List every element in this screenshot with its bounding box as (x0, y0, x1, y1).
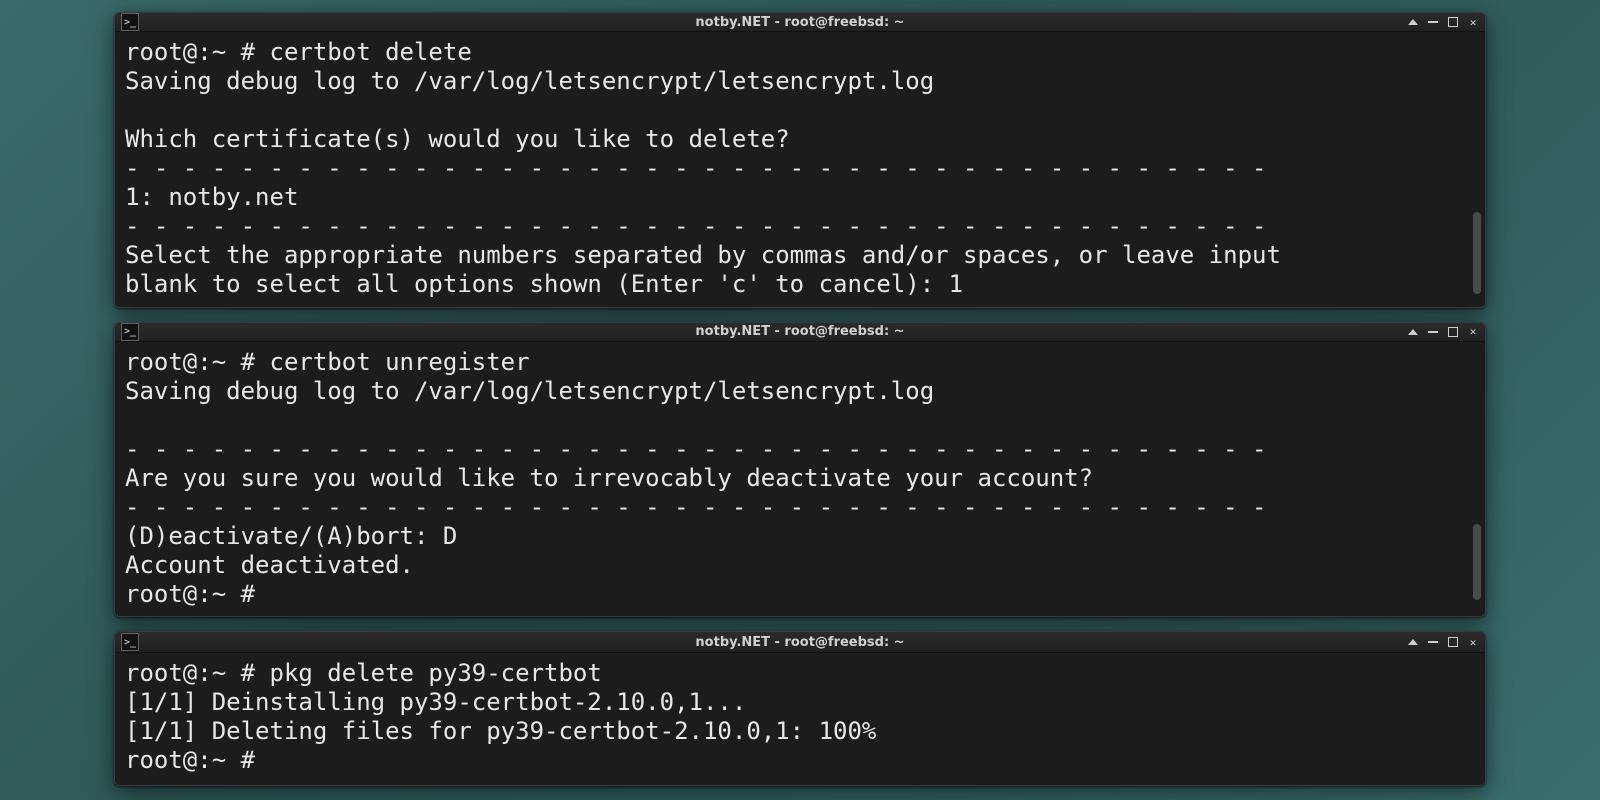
shade-button-icon[interactable] (1407, 326, 1419, 338)
window-title: notby.NET - root@freebsd: ~ (115, 16, 1485, 29)
maximize-button-icon[interactable] (1447, 326, 1459, 338)
terminal-output: root@:~ # certbot delete Saving debug lo… (125, 38, 1475, 299)
terminal-app-icon: >_ (121, 13, 139, 31)
terminal-app-icon: >_ (121, 323, 139, 341)
window-title: notby.NET - root@freebsd: ~ (115, 325, 1485, 338)
terminal-window[interactable]: >_ notby.NET - root@freebsd: ~ root@:~ #… (114, 631, 1486, 786)
terminal-output: root@:~ # certbot unregister Saving debu… (125, 348, 1475, 609)
terminal-body[interactable]: root@:~ # certbot delete Saving debug lo… (115, 32, 1485, 308)
titlebar[interactable]: >_ notby.NET - root@freebsd: ~ (115, 13, 1485, 32)
terminal-app-icon: >_ (121, 633, 139, 651)
titlebar[interactable]: >_ notby.NET - root@freebsd: ~ (115, 632, 1485, 653)
maximize-button-icon[interactable] (1447, 16, 1459, 28)
terminal-output: root@:~ # pkg delete py39-certbot [1/1] … (125, 659, 1475, 775)
terminal-body[interactable]: root@:~ # pkg delete py39-certbot [1/1] … (115, 653, 1485, 785)
titlebar[interactable]: >_ notby.NET - root@freebsd: ~ (115, 323, 1485, 342)
window-controls (1407, 16, 1479, 28)
terminal-body[interactable]: root@:~ # certbot unregister Saving debu… (115, 342, 1485, 618)
close-button-icon[interactable] (1467, 326, 1479, 338)
minimize-button-icon[interactable] (1427, 326, 1439, 338)
close-button-icon[interactable] (1467, 16, 1479, 28)
minimize-button-icon[interactable] (1427, 636, 1439, 648)
terminal-window[interactable]: >_ notby.NET - root@freebsd: ~ root@:~ #… (114, 322, 1486, 618)
window-title: notby.NET - root@freebsd: ~ (115, 636, 1485, 649)
window-controls (1407, 326, 1479, 338)
maximize-button-icon[interactable] (1447, 636, 1459, 648)
window-controls (1407, 636, 1479, 648)
scrollbar-thumb[interactable] (1473, 524, 1481, 600)
scrollbar-thumb[interactable] (1473, 212, 1481, 294)
terminal-window[interactable]: >_ notby.NET - root@freebsd: ~ root@:~ #… (114, 12, 1486, 308)
minimize-button-icon[interactable] (1427, 16, 1439, 28)
shade-button-icon[interactable] (1407, 636, 1419, 648)
shade-button-icon[interactable] (1407, 16, 1419, 28)
close-button-icon[interactable] (1467, 636, 1479, 648)
